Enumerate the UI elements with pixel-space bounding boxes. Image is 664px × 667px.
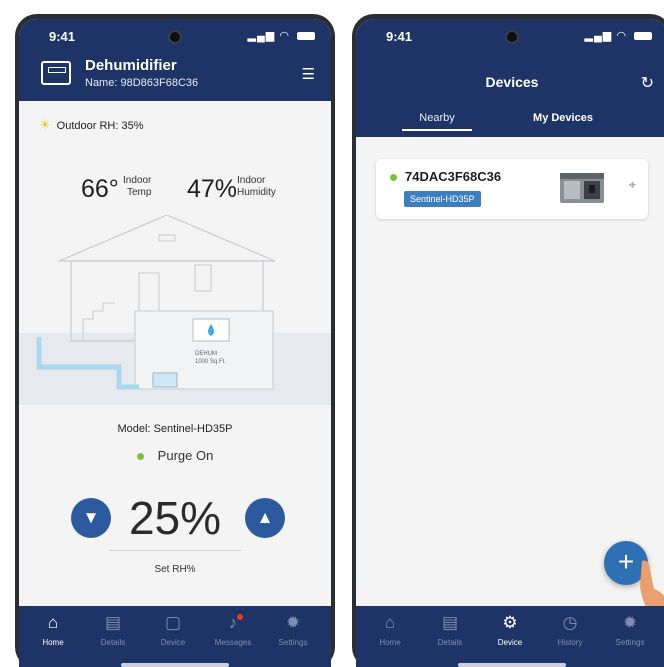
phone-devices-screen: 9:41 ▂▄▆ ◠ Devices ↻ Nearby My Devices 7… xyxy=(352,14,664,667)
signal-icon: ▂▄▆ xyxy=(584,30,613,42)
tab-device[interactable]: ▢ Device xyxy=(143,612,203,647)
set-rh-label: Set RH% xyxy=(154,564,196,575)
details-icon: ▤ xyxy=(441,613,459,632)
device-name: Name: 98D863F68C36 xyxy=(85,77,199,89)
gear-device-icon: ⚙ xyxy=(502,613,518,632)
wifi-icon: ◠ xyxy=(279,30,290,42)
page-title: Devices xyxy=(485,74,539,90)
tab-device-label: Device xyxy=(497,638,523,647)
status-dot xyxy=(390,174,397,182)
model-badge: Sentinel-HD35P xyxy=(404,191,481,207)
tab-settings-label: Settings xyxy=(278,638,308,647)
camera-cutout xyxy=(505,30,519,44)
home-indicator xyxy=(121,663,229,667)
tab-details[interactable]: ▤ Details xyxy=(83,612,143,647)
tab-details[interactable]: ▤ Details xyxy=(420,612,480,647)
tab-settings[interactable]: ✹ Settings xyxy=(263,612,323,647)
devices-screen: 9:41 ▂▄▆ ◠ Devices ↻ Nearby My Devices 7… xyxy=(356,19,664,667)
tab-messages-label: Messages xyxy=(214,638,252,647)
increase-button[interactable]: ▲ xyxy=(245,498,285,538)
details-icon: ▤ xyxy=(104,613,122,632)
camera-cutout xyxy=(168,30,182,44)
unit-label-2: 1000 Sq.Ft. xyxy=(195,359,226,365)
history-icon: ◷ xyxy=(562,613,578,632)
indoor-humidity-label-1: Indoor xyxy=(237,175,266,186)
tab-history-label: History xyxy=(557,638,583,647)
devices-header: 9:41 ▂▄▆ ◠ Devices ↻ Nearby My Devices xyxy=(356,19,664,137)
tab-settings[interactable]: ✹ Settings xyxy=(600,612,660,647)
notification-badge xyxy=(237,614,243,620)
divider xyxy=(109,550,241,551)
indoor-temp-value: 66° xyxy=(81,175,119,203)
indoor-temp-label-2: Temp xyxy=(127,187,152,198)
tab-messages[interactable]: ♪ Messages xyxy=(203,612,263,647)
device-title: Dehumidifier xyxy=(85,57,177,74)
home-header: 9:41 ▂▄▆ ◠ Dehumidifier Name: 98D863F68C… xyxy=(19,19,331,101)
tab-device-label: Device xyxy=(160,638,186,647)
sun-icon: ☀ xyxy=(39,117,51,132)
tab-home[interactable]: ⌂ Home xyxy=(23,612,83,647)
tab-home-label: Home xyxy=(379,638,401,647)
bell-icon: ♪ xyxy=(228,613,238,632)
home-icon: ⌂ xyxy=(47,613,59,632)
status-dot xyxy=(136,453,144,461)
home-indicator xyxy=(458,663,566,667)
device-image xyxy=(560,173,604,203)
page: 9:41 ▂▄▆ ◠ Dehumidifier Name: 98D863F68C… xyxy=(0,0,664,667)
tab-home-label: Home xyxy=(42,638,64,647)
wifi-icon: ◠ xyxy=(616,30,627,42)
phone-home-screen: 9:41 ▂▄▆ ◠ Dehumidifier Name: 98D863F68C… xyxy=(15,14,335,667)
tab-nearby[interactable]: Nearby xyxy=(382,112,492,124)
home-screen: 9:41 ▂▄▆ ◠ Dehumidifier Name: 98D863F68C… xyxy=(19,19,331,667)
unit-label-1: DEHUM xyxy=(195,351,217,357)
tab-my-devices[interactable]: My Devices xyxy=(508,112,618,124)
home-icon: ⌂ xyxy=(384,613,396,632)
house-illustration: DEHUM 1000 Sq.Ft. xyxy=(19,215,331,405)
tab-home[interactable]: ⌂ Home xyxy=(360,612,420,647)
model-label: Model: Sentinel-HD35P xyxy=(117,423,233,435)
status-icons: ▂▄▆ ◠ xyxy=(248,29,315,42)
gear-icon: ✹ xyxy=(285,613,301,632)
device-id-text: 74DAC3F68C36 xyxy=(405,169,502,184)
active-tab-indicator xyxy=(402,129,472,131)
purge-status-text: Purge On xyxy=(157,448,214,463)
device-icon: ▢ xyxy=(164,613,182,632)
battery-icon xyxy=(634,32,652,41)
outdoor-rh: ☀ Outdoor RH: 35% xyxy=(39,117,143,133)
tab-settings-label: Settings xyxy=(615,638,645,647)
device-card[interactable]: 74DAC3F68C36 Sentinel-HD35P ⌖ xyxy=(376,159,648,219)
dehumidifier-icon xyxy=(41,61,71,85)
indoor-humidity-label: Indoor Humidity xyxy=(237,175,276,199)
tab-device[interactable]: ⚙ Device xyxy=(480,612,540,647)
status-time: 9:41 xyxy=(49,29,76,44)
indoor-temp-label: Indoor Temp xyxy=(123,175,151,199)
indoor-humidity-value: 47% xyxy=(187,175,238,203)
device-id: 74DAC3F68C36 xyxy=(390,169,501,184)
battery-icon xyxy=(297,32,315,41)
status-icons: ▂▄▆ ◠ xyxy=(585,29,652,42)
outdoor-rh-text: Outdoor RH: 35% xyxy=(56,120,144,132)
tab-details-label: Details xyxy=(437,638,463,647)
location-pin-icon[interactable]: ⌖ xyxy=(629,177,636,193)
purge-status: Purge On xyxy=(19,448,331,463)
indoor-temp-label-1: Indoor xyxy=(123,175,152,186)
menu-icon[interactable]: ☰ xyxy=(302,65,315,83)
bottom-tab-bar: ⌂ Home ▤ Details ⚙ Device ◷ History ✹ Se… xyxy=(356,606,664,667)
tab-history[interactable]: ◷ History xyxy=(540,612,600,647)
bottom-tab-bar: ⌂ Home ▤ Details ▢ Device ♪ Messages ✹ S… xyxy=(19,606,331,667)
tab-details-label: Details xyxy=(100,638,126,647)
status-time: 9:41 xyxy=(386,29,413,44)
signal-icon: ▂▄▆ xyxy=(247,30,276,42)
refresh-icon[interactable]: ↻ xyxy=(641,73,654,93)
gear-icon: ✹ xyxy=(622,613,638,632)
indoor-humidity-label-2: Humidity xyxy=(237,187,276,198)
